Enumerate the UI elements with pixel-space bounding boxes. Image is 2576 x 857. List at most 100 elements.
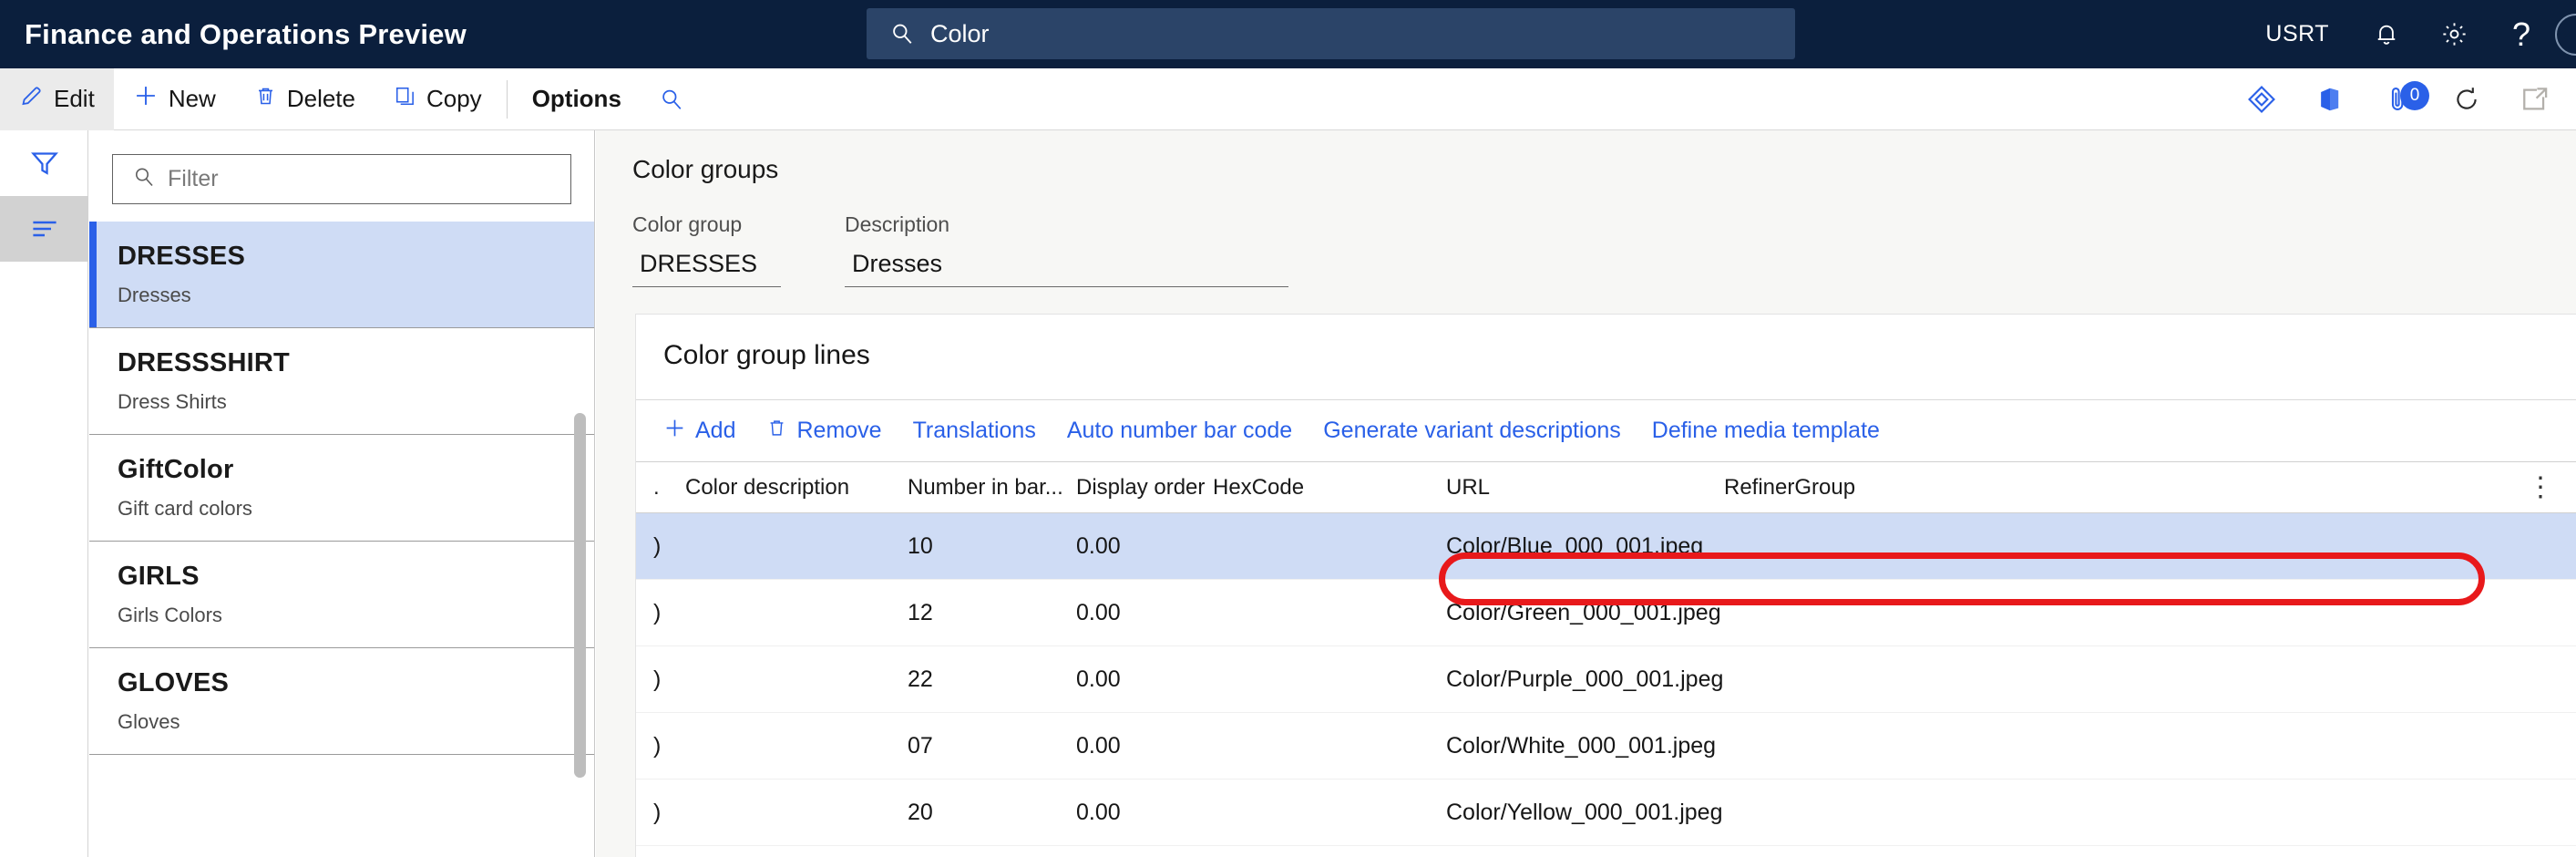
column-header-color-description[interactable]: Color description xyxy=(685,475,908,501)
search-icon xyxy=(890,22,914,46)
column-header-hexcode[interactable]: HexCode xyxy=(1213,475,1446,501)
user-company-label[interactable]: USRT xyxy=(2242,0,2353,68)
cell-url[interactable]: Color/Yellow_000_001.jpeg xyxy=(1446,800,1724,826)
table-row[interactable]: ) 20 0.00 Color/Yellow_000_001.jpeg xyxy=(636,780,2576,846)
filter-funnel-icon[interactable] xyxy=(0,130,88,196)
description-label: Description xyxy=(845,212,1288,237)
cell-number-in-bar-code[interactable]: 12 xyxy=(908,600,1076,626)
delete-button[interactable]: Delete xyxy=(235,68,375,130)
attachments-icon[interactable]: 0 xyxy=(2364,68,2432,130)
help-icon[interactable]: ? xyxy=(2488,0,2555,68)
list-item-title: GLOVES xyxy=(118,668,594,698)
row-clipped-cell: ) xyxy=(653,666,672,693)
cell-url[interactable]: Color/Blue_000_001.jpeg xyxy=(1446,533,1724,560)
remove-button[interactable]: Remove xyxy=(766,418,881,445)
filter-input[interactable]: Filter xyxy=(112,154,571,204)
global-search-input[interactable]: Color xyxy=(867,8,1795,59)
list-scroll-region: DRESSES Dresses DRESSSHIRT Dress Shirts … xyxy=(89,222,594,838)
list-item[interactable]: GiftColor Gift card colors xyxy=(89,435,594,542)
generate-variant-descriptions-button[interactable]: Generate variant descriptions xyxy=(1323,418,1621,444)
column-header-url[interactable]: URL xyxy=(1446,475,1724,501)
toolbar-search-icon[interactable] xyxy=(641,68,703,130)
main-content: Color groups Color group DRESSES Descrip… xyxy=(596,130,2576,857)
color-group-value[interactable]: DRESSES xyxy=(632,250,781,287)
plus-icon xyxy=(663,417,686,446)
toolbar-divider xyxy=(507,80,508,119)
app-header: Finance and Operations Preview Color USR… xyxy=(0,0,2576,68)
refresh-icon[interactable] xyxy=(2432,68,2500,130)
cell-number-in-bar-code[interactable]: 07 xyxy=(908,733,1076,759)
table-row[interactable]: ) 12 0.00 Color/Green_000_001.jpeg xyxy=(636,580,2576,646)
cell-url[interactable]: Color/Green_000_001.jpeg xyxy=(1446,600,1724,626)
cell-display-order[interactable]: 0.00 xyxy=(1076,533,1213,560)
toolbar-right-actions: 0 xyxy=(2227,68,2569,130)
global-search-value: Color xyxy=(930,20,990,48)
add-button[interactable]: Add xyxy=(663,417,735,446)
define-media-template-button[interactable]: Define media template xyxy=(1652,418,1880,444)
trash-icon xyxy=(254,85,277,114)
gear-icon[interactable] xyxy=(2420,0,2488,68)
options-label: Options xyxy=(532,85,621,113)
translations-button[interactable]: Translations xyxy=(913,418,1036,444)
list-scrollbar[interactable] xyxy=(574,413,586,778)
office-icon[interactable] xyxy=(2295,68,2364,130)
avatar[interactable] xyxy=(2555,0,2576,68)
grid-header-clipped: . xyxy=(653,475,672,501)
table-row[interactable]: ) 10 0.00 Color/Blue_000_001.jpeg xyxy=(636,513,2576,580)
open-in-new-window-icon[interactable] xyxy=(2500,68,2569,130)
cell-display-order[interactable]: 0.00 xyxy=(1076,600,1213,626)
column-header-display-order[interactable]: Display order xyxy=(1076,475,1213,501)
copy-button[interactable]: Copy xyxy=(375,68,501,130)
row-clipped-cell: ) xyxy=(653,800,672,826)
list-item-subtitle: Gloves xyxy=(118,710,594,734)
color-group-lines-card: Color group lines Add Remove Translation… xyxy=(635,314,2576,857)
table-row[interactable]: ) 22 0.00 Color/Purple_000_001.jpeg xyxy=(636,646,2576,713)
list-item[interactable]: DRESSSHIRT Dress Shirts xyxy=(89,328,594,435)
cell-display-order[interactable]: 0.00 xyxy=(1076,733,1213,759)
add-label: Add xyxy=(695,418,735,444)
edit-button[interactable]: Edit xyxy=(0,68,114,130)
column-header-refinergroup[interactable]: RefinerGroup xyxy=(1724,475,1952,501)
page-title: Color groups xyxy=(632,155,2576,184)
cell-number-in-bar-code[interactable]: 22 xyxy=(908,666,1076,693)
color-group-field: Color group DRESSES xyxy=(632,212,781,287)
cell-url[interactable]: Color/Purple_000_001.jpeg xyxy=(1446,666,1724,693)
column-header-number-in-bar-code[interactable]: Number in bar... xyxy=(908,475,1076,501)
description-value[interactable]: Dresses xyxy=(845,250,1288,287)
app-title: Finance and Operations Preview xyxy=(25,18,467,51)
options-button[interactable]: Options xyxy=(513,68,641,130)
remove-label: Remove xyxy=(796,418,881,444)
cell-display-order[interactable]: 0.00 xyxy=(1076,666,1213,693)
description-field: Description Dresses xyxy=(845,212,1288,287)
cell-url[interactable]: Color/White_000_001.jpeg xyxy=(1446,733,1724,759)
table-row[interactable]: ) 07 0.00 Color/White_000_001.jpeg xyxy=(636,713,2576,780)
color-group-list-pane: Filter DRESSES Dresses DRESSSHIRT Dress … xyxy=(89,130,595,857)
translations-label: Translations xyxy=(913,418,1036,444)
list-item-subtitle: Dresses xyxy=(118,284,594,307)
filter-placeholder: Filter xyxy=(168,166,219,192)
list-item[interactable]: DRESSES Dresses xyxy=(89,222,594,328)
relationships-icon[interactable] xyxy=(2227,68,2295,130)
list-item[interactable]: GIRLS Girls Colors xyxy=(89,542,594,648)
grid-options-kebab-icon[interactable]: ⋮ xyxy=(2525,461,2556,513)
list-item-title: DRESSES xyxy=(118,242,594,272)
trash-icon xyxy=(766,418,787,445)
card-title: Color group lines xyxy=(663,340,2576,371)
color-group-label: Color group xyxy=(632,212,781,237)
row-clipped-cell: ) xyxy=(653,600,672,626)
auto-number-bar-code-button[interactable]: Auto number bar code xyxy=(1067,418,1292,444)
header-actions: USRT ? xyxy=(2242,0,2576,68)
copy-label: Copy xyxy=(426,85,482,113)
sort-list-icon[interactable] xyxy=(0,196,88,262)
define-media-template-label: Define media template xyxy=(1652,418,1880,444)
action-toolbar: Edit New Delete Copy Options xyxy=(0,68,2576,130)
delete-label: Delete xyxy=(287,85,355,113)
cell-number-in-bar-code[interactable]: 20 xyxy=(908,800,1076,826)
new-label: New xyxy=(169,85,216,113)
bell-icon[interactable] xyxy=(2353,0,2420,68)
cell-display-order[interactable]: 0.00 xyxy=(1076,800,1213,826)
cell-number-in-bar-code[interactable]: 10 xyxy=(908,533,1076,560)
row-clipped-cell: ) xyxy=(653,533,672,560)
list-item[interactable]: GLOVES Gloves xyxy=(89,648,594,755)
new-button[interactable]: New xyxy=(114,68,235,130)
